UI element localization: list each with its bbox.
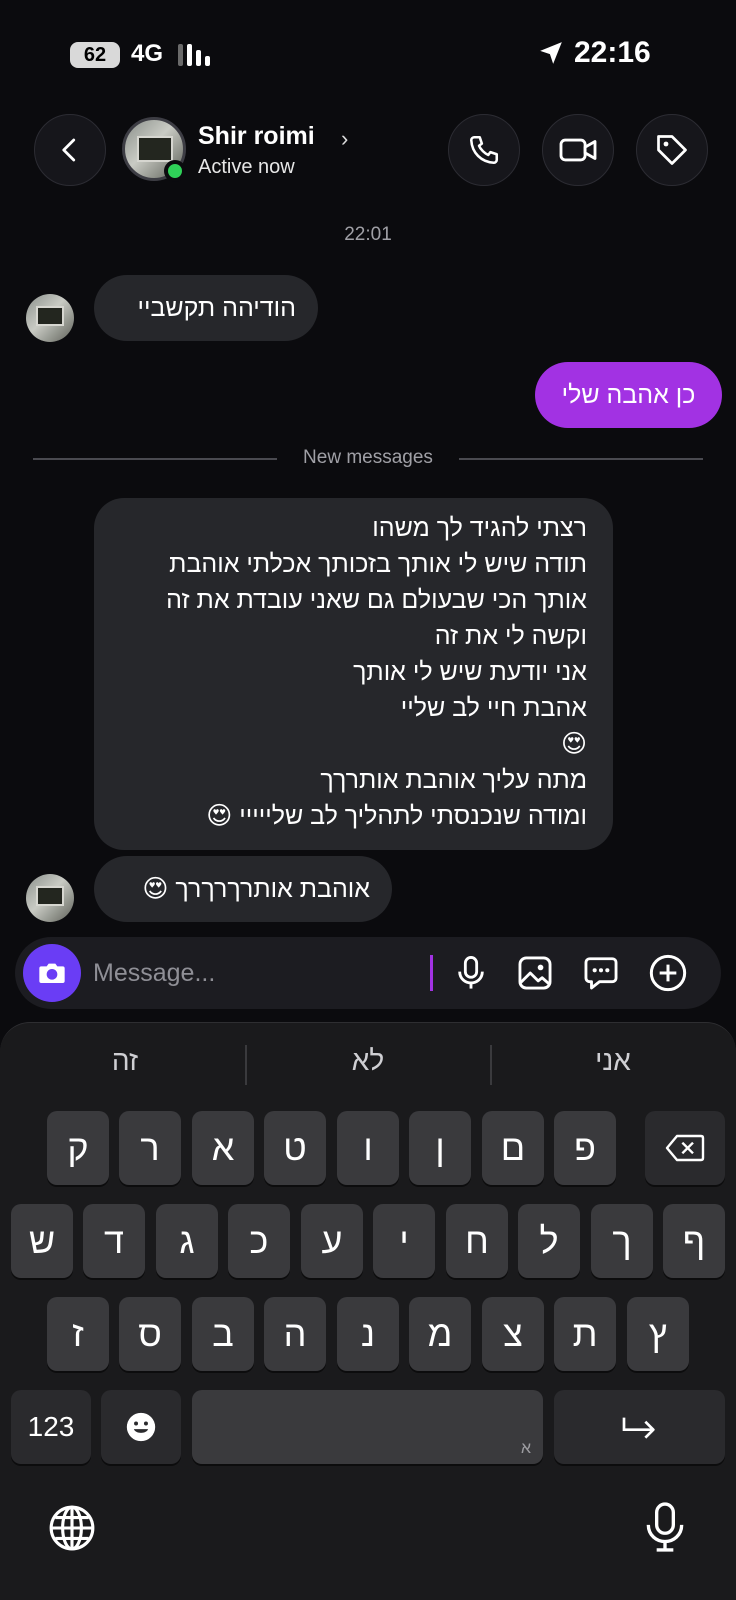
backspace-key[interactable]	[645, 1111, 725, 1185]
key[interactable]: כ	[228, 1204, 290, 1278]
chat-header: Shir roimi › Active now	[0, 108, 736, 196]
network-type: 4G	[131, 40, 164, 67]
key[interactable]: ב	[192, 1297, 254, 1371]
message-text: תודה שיש לי אותך בזכותך אכלתי אוהבת	[169, 550, 587, 578]
numbers-key[interactable]: 123	[11, 1390, 91, 1464]
back-button[interactable]	[34, 114, 106, 186]
key[interactable]: ר	[119, 1111, 181, 1185]
sticker-button[interactable]	[578, 950, 624, 996]
location-arrow-icon	[540, 42, 562, 64]
back-arrow-icon	[62, 138, 76, 162]
sender-avatar[interactable]	[26, 294, 74, 342]
tag-button[interactable]	[636, 114, 708, 186]
microphone-icon	[646, 1502, 684, 1552]
key[interactable]: ח	[446, 1204, 508, 1278]
message-timestamp: 22:01	[344, 224, 392, 245]
key[interactable]: א	[192, 1111, 254, 1185]
message-text: ומודה שנכנסתי לתהליך לב שלייייי 😍	[206, 802, 587, 830]
voice-message-button[interactable]	[448, 950, 494, 996]
key[interactable]: ז	[47, 1297, 109, 1371]
emoji-icon	[126, 1412, 156, 1442]
message-text: כן אהבה שלי	[561, 381, 696, 409]
key[interactable]: ף	[663, 1204, 725, 1278]
message-text: הודיהה תקשביי	[137, 294, 296, 322]
contact-name[interactable]: Shir roimi	[198, 122, 315, 151]
key[interactable]: נ	[337, 1297, 399, 1371]
key[interactable]: ל	[518, 1204, 580, 1278]
outgoing-message[interactable]: כן אהבה שלי	[535, 362, 722, 428]
battery-indicator: 62	[70, 42, 120, 68]
signal-icon	[178, 44, 214, 66]
keyboard: זה לא אני ק ר א ט ו ן ם פ ש ד ג כ ע י ח …	[0, 1022, 736, 1600]
backspace-icon	[665, 1134, 705, 1162]
dictation-button[interactable]	[640, 1499, 690, 1555]
status-time: 22:16	[574, 36, 651, 69]
suggestion-3[interactable]: זה	[5, 1045, 245, 1077]
sticker-chat-icon	[584, 957, 618, 990]
key[interactable]: ן	[409, 1111, 471, 1185]
key[interactable]: ך	[591, 1204, 653, 1278]
message-text: וקשה לי את זה	[434, 622, 587, 650]
return-key[interactable]	[554, 1390, 725, 1464]
key[interactable]: ע	[301, 1204, 363, 1278]
microphone-icon	[458, 956, 484, 989]
voice-call-button[interactable]	[448, 114, 520, 186]
key[interactable]: ה	[264, 1297, 326, 1371]
message-text: מתה עליך אוהבת אותרךך	[320, 766, 587, 794]
emoji-key[interactable]	[101, 1390, 181, 1464]
video-camera-icon	[559, 138, 597, 162]
key[interactable]: ד	[83, 1204, 145, 1278]
key[interactable]: ט	[264, 1111, 326, 1185]
key[interactable]: ג	[156, 1204, 218, 1278]
key[interactable]: מ	[409, 1297, 471, 1371]
key[interactable]: ו	[337, 1111, 399, 1185]
message-composer	[15, 937, 721, 1009]
suggestion-bar: זה לא אני	[0, 1023, 736, 1107]
incoming-message[interactable]: רצתי להגיד לך משהו תודה שיש לי אותך בזכו…	[94, 498, 613, 850]
add-button[interactable]	[645, 950, 691, 996]
key[interactable]: ץ	[627, 1297, 689, 1371]
message-text: רצתי להגיד לך משהו	[372, 514, 587, 542]
new-messages-divider: New messages	[0, 444, 736, 474]
key[interactable]: ק	[47, 1111, 109, 1185]
suggestion-1[interactable]: אני	[493, 1045, 733, 1077]
chevron-right-icon[interactable]: ›	[341, 126, 348, 152]
message-input[interactable]	[93, 953, 413, 993]
return-arrow-icon	[622, 1417, 655, 1439]
tag-icon	[657, 135, 687, 165]
message-text: אני יודעת שיש לי אותך	[353, 658, 587, 686]
contact-status: Active now	[198, 156, 295, 178]
key[interactable]: ש	[11, 1204, 73, 1278]
sender-avatar[interactable]	[26, 874, 74, 922]
text-caret	[430, 955, 433, 991]
globe-button[interactable]	[47, 1503, 97, 1553]
key[interactable]: ת	[554, 1297, 616, 1371]
online-indicator	[164, 160, 186, 182]
space-language-label: א	[520, 1440, 531, 1457]
status-bar: 62 4G 22:16	[0, 0, 736, 100]
key[interactable]: ס	[119, 1297, 181, 1371]
image-icon	[518, 956, 552, 990]
video-call-button[interactable]	[542, 114, 614, 186]
key[interactable]: ם	[482, 1111, 544, 1185]
space-key[interactable]: א	[192, 1390, 543, 1464]
message-text: אוהבת אותרךרךרך 😍	[142, 875, 370, 903]
incoming-message[interactable]: הודיהה תקשביי	[94, 275, 318, 341]
globe-icon	[49, 1505, 95, 1551]
key[interactable]: י	[373, 1204, 435, 1278]
camera-button[interactable]	[23, 944, 81, 1002]
message-text: אותך הכי שבעולם גם שאני עובדת את זה	[166, 586, 587, 614]
message-text: אהבת חיי לב שליי	[400, 694, 587, 722]
key[interactable]: צ	[482, 1297, 544, 1371]
key[interactable]: פ	[554, 1111, 616, 1185]
incoming-message[interactable]: אוהבת אותרךרךרך 😍	[94, 856, 392, 922]
gallery-button[interactable]	[512, 950, 558, 996]
phone-icon	[469, 135, 499, 165]
camera-icon	[39, 963, 65, 983]
suggestion-2[interactable]: לא	[248, 1045, 488, 1077]
message-text: 😍	[560, 730, 587, 758]
add-icon	[649, 954, 687, 992]
new-messages-label: New messages	[303, 447, 433, 468]
